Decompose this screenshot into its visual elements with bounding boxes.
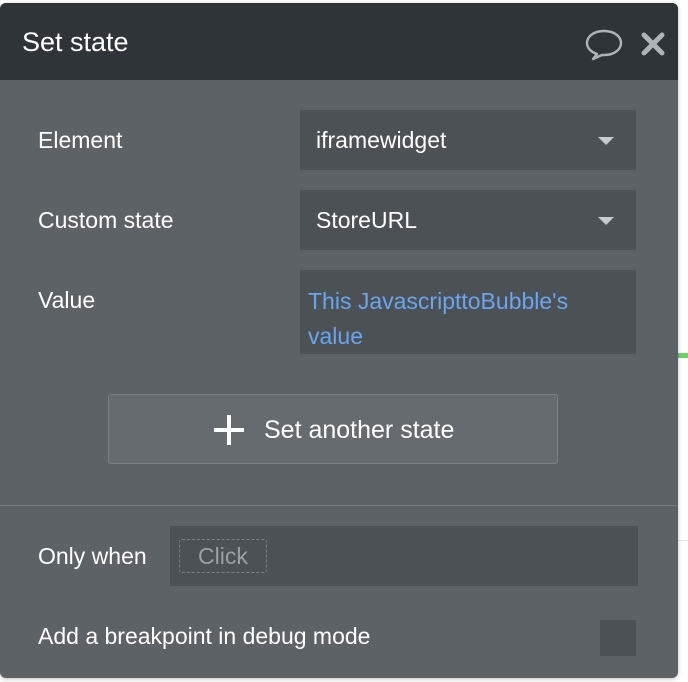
element-dropdown-value: iframewidget [316,127,447,153]
chevron-down-icon [598,217,614,225]
comment-icon[interactable] [584,27,624,61]
element-dropdown[interactable]: iframewidget [300,110,636,170]
set-another-state-button[interactable]: Set another state [108,394,558,464]
custom-state-dropdown-value: StoreURL [316,207,417,233]
value-expression[interactable]: This JavascripttoBubble's value [308,284,624,354]
breakpoint-label: Add a breakpoint in debug mode [38,623,371,649]
background-divider [678,540,688,541]
value-label: Value [38,287,96,313]
custom-state-dropdown[interactable]: StoreURL [300,190,636,250]
plus-icon [214,415,244,445]
set-state-dialog: Set state Element iframewidget Custom st… [0,3,678,678]
only-when-field[interactable]: Click [170,526,638,586]
only-when-placeholder[interactable]: Click [179,539,267,573]
breakpoint-checkbox[interactable] [600,620,636,656]
dialog-title: Set state [22,27,129,57]
element-label: Element [38,127,123,153]
background-connector-line [678,353,688,358]
dialog-header: Set state [0,3,678,80]
custom-state-label: Custom state [38,207,174,233]
close-icon[interactable] [640,30,666,58]
only-when-label: Only when [38,543,147,569]
section-divider [0,505,678,506]
set-another-state-label: Set another state [264,416,455,444]
chevron-down-icon [598,137,614,145]
value-expression-field[interactable]: This JavascripttoBubble's value [300,270,636,354]
